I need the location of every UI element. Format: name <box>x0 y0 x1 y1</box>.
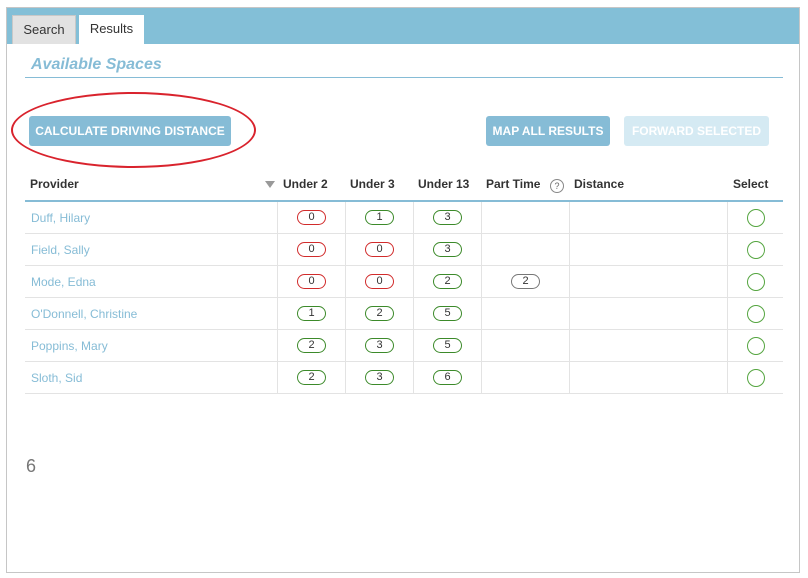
forward-selected-button[interactable]: FORWARD SELECTED <box>624 116 769 146</box>
header-distance[interactable]: Distance <box>574 177 624 191</box>
select-radio[interactable] <box>747 337 765 355</box>
header-provider[interactable]: Provider <box>30 177 79 191</box>
select-radio[interactable] <box>747 369 765 387</box>
column-divider <box>727 298 728 330</box>
column-divider <box>277 362 278 394</box>
title-divider <box>25 77 783 78</box>
column-divider <box>345 298 346 330</box>
under3-count-badge: 3 <box>365 338 394 353</box>
column-divider <box>413 330 414 362</box>
under13-count-badge: 3 <box>433 242 462 257</box>
under2-count-badge: 2 <box>297 338 326 353</box>
results-panel: Search Results Available Spaces CALCULAT… <box>6 7 800 573</box>
header-under3[interactable]: Under 3 <box>350 177 395 191</box>
column-divider <box>569 330 570 362</box>
tab-results[interactable]: Results <box>79 15 144 44</box>
column-divider <box>413 266 414 298</box>
select-radio[interactable] <box>747 273 765 291</box>
provider-link[interactable]: O'Donnell, Christine <box>31 307 137 321</box>
tab-bar: Search Results <box>7 8 799 44</box>
column-divider <box>413 362 414 394</box>
column-divider <box>727 330 728 362</box>
column-divider <box>413 234 414 266</box>
provider-link[interactable]: Mode, Edna <box>31 275 96 289</box>
column-divider <box>277 234 278 266</box>
select-radio[interactable] <box>747 209 765 227</box>
column-divider <box>345 330 346 362</box>
column-divider <box>345 234 346 266</box>
column-divider <box>277 202 278 234</box>
result-count: 6 <box>26 456 37 476</box>
sort-desc-icon[interactable] <box>265 181 275 188</box>
column-divider <box>481 202 482 234</box>
column-divider <box>277 298 278 330</box>
table-row: O'Donnell, Christine 1 2 5 <box>25 298 783 330</box>
under2-count-badge: 2 <box>297 370 326 385</box>
under2-count-badge: 0 <box>297 242 326 257</box>
table-row: Mode, Edna 0 0 2 2 <box>25 266 783 298</box>
column-divider <box>481 362 482 394</box>
column-divider <box>569 362 570 394</box>
column-divider <box>481 266 482 298</box>
under3-count-badge: 3 <box>365 370 394 385</box>
under2-count-badge: 1 <box>297 306 326 321</box>
help-icon[interactable]: ? <box>550 179 564 193</box>
column-divider <box>569 234 570 266</box>
calculate-driving-distance-button[interactable]: CALCULATE DRIVING DISTANCE <box>29 116 231 146</box>
column-divider <box>277 266 278 298</box>
under3-count-badge: 1 <box>365 210 394 225</box>
column-divider <box>569 298 570 330</box>
column-divider <box>481 234 482 266</box>
under3-count-badge: 2 <box>365 306 394 321</box>
under13-count-badge: 5 <box>433 306 462 321</box>
column-divider <box>413 202 414 234</box>
under13-count-badge: 3 <box>433 210 462 225</box>
provider-link[interactable]: Field, Sally <box>31 243 90 257</box>
column-divider <box>481 298 482 330</box>
column-divider <box>569 266 570 298</box>
select-radio[interactable] <box>747 305 765 323</box>
column-divider <box>727 266 728 298</box>
under2-count-badge: 0 <box>297 274 326 289</box>
provider-link[interactable]: Duff, Hilary <box>31 211 90 225</box>
column-divider <box>727 234 728 266</box>
table-row: Field, Sally 0 0 3 <box>25 234 783 266</box>
provider-link[interactable]: Poppins, Mary <box>31 339 108 353</box>
part-time-count-badge: 2 <box>511 274 540 289</box>
select-radio[interactable] <box>747 241 765 259</box>
column-divider <box>727 362 728 394</box>
under13-count-badge: 5 <box>433 338 462 353</box>
column-divider <box>413 298 414 330</box>
table-row: Poppins, Mary 2 3 5 <box>25 330 783 362</box>
under3-count-badge: 0 <box>365 274 394 289</box>
under3-count-badge: 0 <box>365 242 394 257</box>
table-row: Duff, Hilary 0 1 3 <box>25 202 783 234</box>
under2-count-badge: 0 <box>297 210 326 225</box>
header-select: Select <box>733 177 769 191</box>
provider-link[interactable]: Sloth, Sid <box>31 371 82 385</box>
column-divider <box>345 266 346 298</box>
under13-count-badge: 2 <box>433 274 462 289</box>
column-divider <box>277 330 278 362</box>
under13-count-badge: 6 <box>433 370 462 385</box>
section-title: Available Spaces <box>31 56 162 73</box>
header-under13[interactable]: Under 13 <box>418 177 469 191</box>
column-divider <box>345 202 346 234</box>
column-divider <box>345 362 346 394</box>
header-under2[interactable]: Under 2 <box>283 177 328 191</box>
column-divider <box>727 202 728 234</box>
column-divider <box>481 330 482 362</box>
tab-search[interactable]: Search <box>12 15 76 44</box>
header-part-time[interactable]: Part Time <box>486 177 540 191</box>
column-divider <box>569 202 570 234</box>
table-row: Sloth, Sid 2 3 6 <box>25 362 783 394</box>
map-all-results-button[interactable]: MAP ALL RESULTS <box>486 116 610 146</box>
